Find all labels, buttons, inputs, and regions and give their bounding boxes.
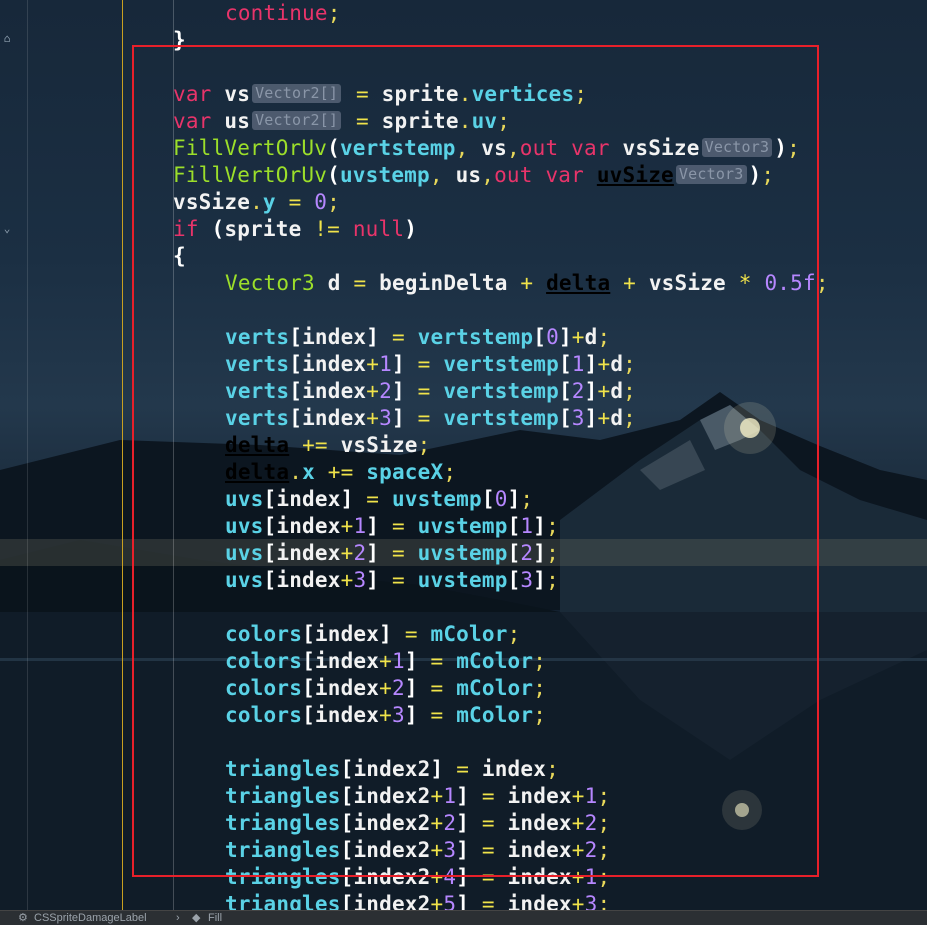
class-icon: ⚙ — [18, 912, 28, 924]
breadcrumb-method[interactable]: Fill — [208, 911, 222, 925]
editor-gutter[interactable]: ⌂ ⌄ — [0, 0, 28, 910]
breadcrumb-separator: › — [176, 912, 180, 924]
code-token: ; — [327, 1, 341, 25]
code-token: continue — [225, 1, 328, 25]
breadcrumb-class[interactable]: CSSpriteDamageLabel — [34, 911, 147, 925]
indent-guide — [122, 0, 123, 910]
fold-icon[interactable]: ⌂ — [0, 32, 14, 46]
code-line[interactable]: continue; — [225, 0, 341, 27]
method-icon: ◆ — [192, 912, 201, 924]
fold-icon[interactable]: ⌄ — [0, 222, 14, 236]
selection-highlight-box — [132, 45, 819, 877]
breadcrumb-bar: ⚙ CSSpriteDamageLabel › ◆ Fill — [0, 910, 927, 925]
